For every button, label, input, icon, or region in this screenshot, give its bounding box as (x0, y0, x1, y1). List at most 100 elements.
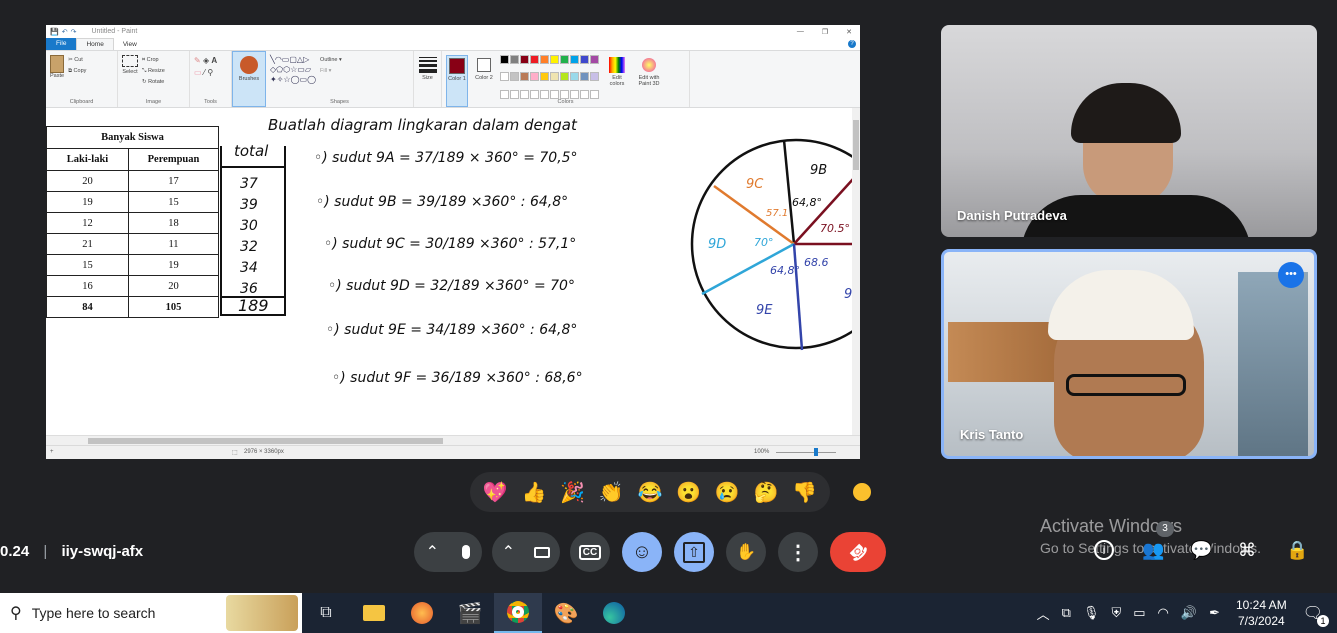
reaction-surprised[interactable]: 😮 (674, 480, 704, 505)
people-icon[interactable]: 👥 (1142, 540, 1164, 561)
vertical-scrollbar[interactable] (852, 108, 860, 435)
reaction-laugh[interactable]: 😂 (635, 480, 665, 505)
text-icon[interactable]: A (211, 56, 217, 65)
empty-color-swatch[interactable] (510, 89, 519, 99)
color-swatch[interactable] (500, 72, 509, 82)
copy-button[interactable]: ⧉ Copy (68, 66, 86, 77)
empty-color-swatch[interactable] (560, 89, 569, 99)
video-editor-button[interactable]: 🎬 (446, 593, 494, 633)
paste-button[interactable]: Paste (50, 55, 64, 79)
battery-icon[interactable]: ▭ (1133, 605, 1145, 621)
minimize-icon[interactable]: — (797, 28, 804, 36)
zoom-thumb[interactable] (814, 448, 818, 456)
select-button[interactable]: Select (122, 55, 138, 88)
outline-button[interactable]: Outline ▾ (320, 55, 342, 66)
empty-color-swatch[interactable] (580, 89, 589, 99)
color-swatch[interactable] (510, 72, 519, 82)
color-swatch[interactable] (500, 55, 509, 64)
pencil-icon[interactable]: ✎ (194, 56, 201, 65)
reaction-party[interactable]: 🎉 (558, 480, 588, 505)
defender-icon[interactable]: ⛨ (1111, 605, 1121, 621)
pen-icon[interactable]: ✒ (1209, 605, 1220, 621)
mic-tray-icon[interactable]: 🎙 (1083, 605, 1100, 621)
wifi-icon[interactable]: ◠ (1158, 605, 1169, 621)
color-swatch[interactable] (580, 72, 589, 82)
empty-color-swatch[interactable] (520, 89, 529, 99)
color-swatch[interactable] (520, 55, 529, 64)
chat-icon[interactable]: 💬 (1190, 540, 1212, 561)
empty-color-swatch[interactable] (540, 89, 549, 99)
undo-icon[interactable]: ↶ (62, 28, 68, 36)
chevron-up-icon[interactable]: ⌃ (426, 542, 439, 562)
brushes-button[interactable]: Brushes (232, 51, 266, 107)
color-swatch[interactable] (570, 55, 579, 64)
activities-icon[interactable]: ⌘ (1238, 540, 1256, 561)
shapes-gallery[interactable]: ╲◠▭▢△▷ ◇⬠⬡☆▭▱ ✦✧☆◯▭◯ (270, 55, 316, 85)
task-view-button[interactable]: ⧉ (302, 593, 350, 633)
edge-button[interactable] (590, 593, 638, 633)
color-swatch[interactable] (580, 55, 589, 64)
picker-icon[interactable]: ⁄ (204, 68, 205, 77)
maximize-icon[interactable]: ❐ (822, 28, 828, 36)
size-button[interactable]: Size (414, 51, 442, 107)
reaction-clap[interactable]: 👏 (596, 480, 626, 505)
firefox-button[interactable] (398, 593, 446, 633)
crop-button[interactable]: ⌗ Crop (142, 55, 165, 66)
reaction-heart[interactable]: 💖 (480, 480, 510, 505)
empty-color-swatch[interactable] (530, 89, 539, 99)
color-swatch[interactable] (560, 55, 569, 64)
tab-view[interactable]: View (114, 41, 146, 48)
meet-tray-icon[interactable]: ⧉ (1062, 605, 1071, 621)
reaction-skin-tone[interactable] (851, 481, 873, 503)
horizontal-scrollbar[interactable] (46, 435, 860, 445)
color-swatch[interactable] (510, 55, 519, 64)
reaction-thumbs-up[interactable]: 👍 (519, 480, 549, 505)
notification-icon[interactable]: 🗨 1 (1303, 603, 1329, 627)
more-options-button[interactable]: ⋮ (778, 532, 818, 572)
color-swatch[interactable] (560, 72, 569, 82)
reaction-thinking[interactable]: 🤔 (751, 480, 781, 505)
fill-button[interactable]: Fill ▾ (320, 66, 342, 77)
mic-icon[interactable] (462, 545, 471, 559)
tab-home[interactable]: Home (76, 38, 114, 50)
taskbar-search[interactable]: ⚲ Type here to search (0, 593, 302, 633)
menu-file[interactable]: File (46, 38, 77, 50)
host-controls-icon[interactable]: 🔒 (1286, 540, 1308, 561)
participant-tile-kris[interactable]: Kris Tanto ••• (941, 249, 1317, 459)
file-explorer-button[interactable] (350, 593, 398, 633)
paint-button[interactable]: 🎨 (542, 593, 590, 633)
close-icon[interactable]: ✕ (846, 28, 852, 36)
color-swatch[interactable] (520, 72, 529, 82)
empty-color-swatch[interactable] (500, 89, 509, 99)
chrome-button[interactable] (494, 593, 542, 633)
chevron-up-icon[interactable]: ⌃ (502, 542, 515, 562)
taskbar-clock[interactable]: 10:24 AM 7/3/2024 (1236, 597, 1287, 629)
color-swatch[interactable] (570, 72, 579, 82)
emoji-button[interactable]: ☺ (622, 532, 662, 572)
captions-button[interactable]: CC (570, 532, 610, 572)
rotate-button[interactable]: ↻ Rotate (142, 77, 165, 88)
more-options-icon[interactable]: ••• (1278, 262, 1304, 288)
magnifier-icon[interactable]: ⚲ (207, 68, 213, 77)
color-swatch[interactable] (540, 55, 549, 64)
empty-color-swatch[interactable] (590, 89, 599, 99)
empty-color-swatch[interactable] (550, 89, 559, 99)
color-swatch[interactable] (590, 55, 599, 64)
eraser-icon[interactable]: ▭ (194, 68, 202, 77)
volume-icon[interactable]: 🔊 (1181, 605, 1197, 621)
reaction-sad[interactable]: 😢 (712, 480, 742, 505)
fill-icon[interactable]: ◈ (203, 56, 209, 65)
cut-button[interactable]: ✂ Cut (68, 55, 86, 66)
color-swatch[interactable] (530, 72, 539, 82)
color-swatch[interactable] (590, 72, 599, 82)
paint-canvas[interactable]: Banyak Siswa Laki-laki Perempuan 20 17 19… (46, 108, 860, 435)
raise-hand-button[interactable]: ✋ (726, 532, 766, 572)
help-icon[interactable]: ? (848, 40, 856, 48)
color-swatch[interactable] (550, 72, 559, 82)
reaction-thumbs-down[interactable]: 👎 (790, 480, 820, 505)
color-swatch[interactable] (530, 55, 539, 64)
color-swatch[interactable] (550, 55, 559, 64)
leave-call-button[interactable]: ☎ (830, 532, 886, 572)
color-swatch[interactable] (540, 72, 549, 82)
camera-icon[interactable] (534, 546, 551, 558)
